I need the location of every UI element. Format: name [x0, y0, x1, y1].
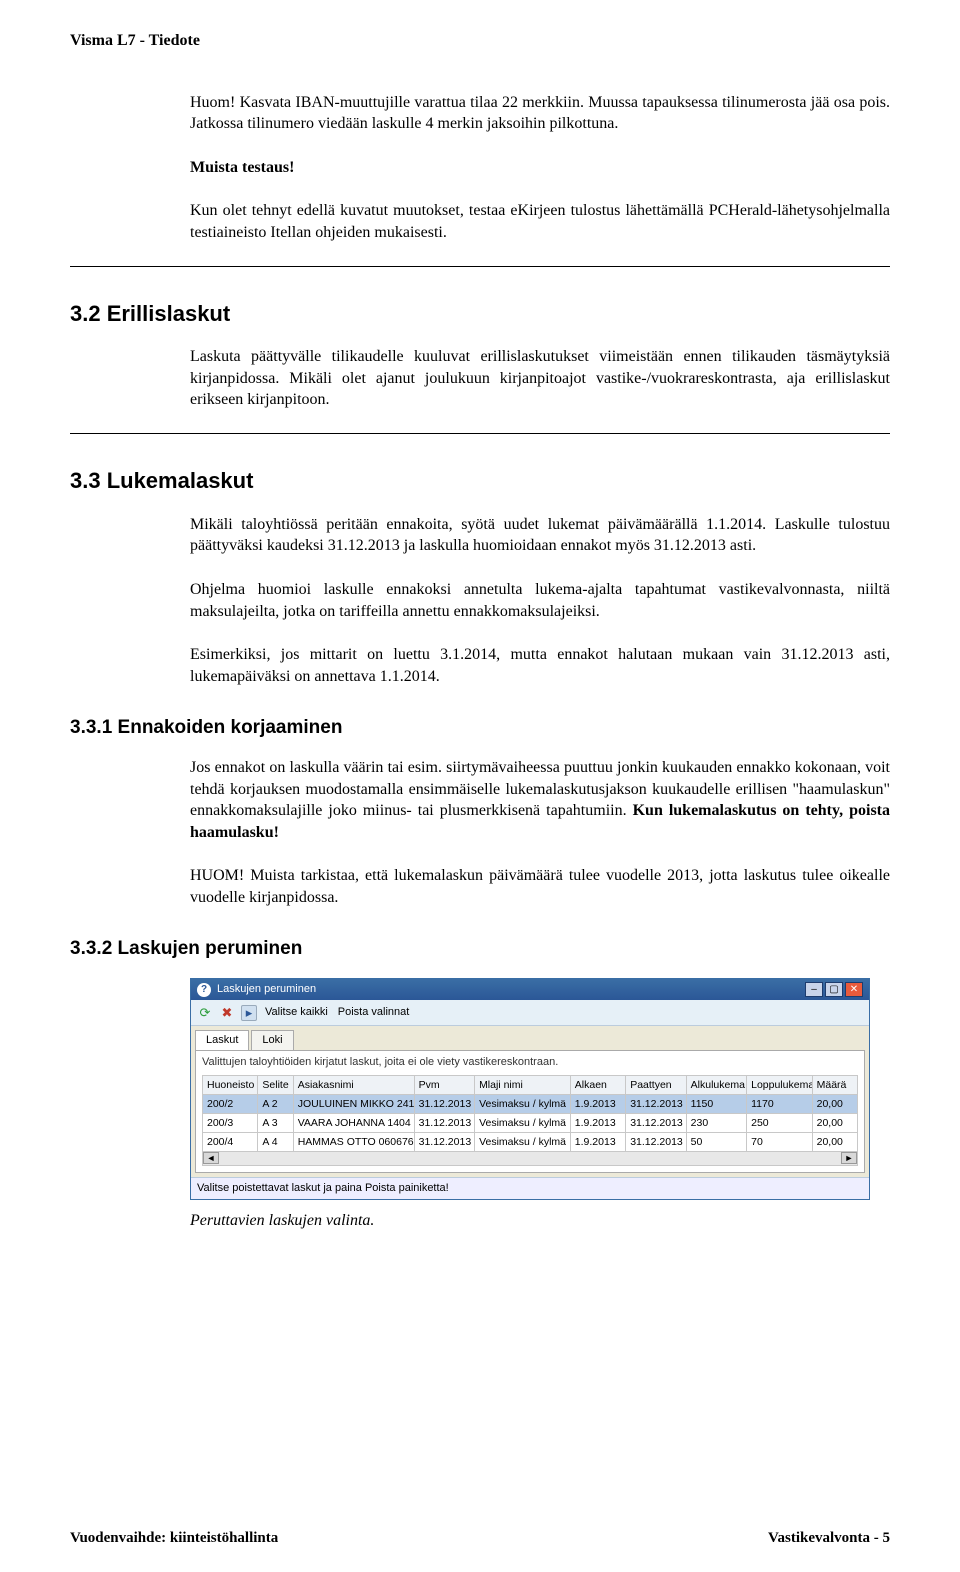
cell: 200/3 [203, 1114, 258, 1133]
cell: 200/4 [203, 1133, 258, 1152]
cell: 200/2 [203, 1094, 258, 1113]
footer-left: Vuodenvaihde: kiinteistöhallinta [70, 1528, 278, 1548]
heading-3-3: 3.3 Lukemalaskut [70, 466, 890, 496]
maximize-button[interactable]: ▢ [825, 982, 843, 997]
cell: 31.12.2013 [414, 1133, 474, 1152]
titlebar: ? Laskujen peruminen – ▢ ✕ [191, 979, 869, 1000]
cell: VAARA JOHANNA 1404 [293, 1114, 414, 1133]
cell: A 2 [258, 1094, 293, 1113]
footer-right: Vastikevalvonta - 5 [768, 1528, 890, 1548]
cell: 250 [747, 1114, 813, 1133]
page-header: Visma L7 - Tiedote [70, 30, 890, 52]
col-huoneisto[interactable]: Huoneisto [203, 1075, 258, 1094]
refresh-icon[interactable]: ⟳ [197, 1005, 213, 1021]
tab-loki[interactable]: Loki [251, 1030, 293, 1050]
divider [70, 433, 890, 434]
cell: A 4 [258, 1133, 293, 1152]
col-paattyen[interactable]: Paattyen [626, 1075, 686, 1094]
col-loppulukema[interactable]: Loppulukema [747, 1075, 813, 1094]
toolbar: ⟳ ✖ ▸ Valitse kaikki Poista valinnat [191, 1000, 869, 1026]
cell: JOULUINEN MIKKO 241 [293, 1094, 414, 1113]
paragraph: Kun olet tehnyt edellä kuvatut muutokset… [190, 200, 890, 243]
cell: Vesimaksu / kylmä [475, 1094, 571, 1113]
select-all-button[interactable]: Valitse kaikki [263, 1004, 330, 1021]
heading-3-3-2: 3.3.2 Laskujen peruminen [70, 936, 890, 962]
window-title: Laskujen peruminen [217, 982, 316, 997]
paragraph: Huom! Kasvata IBAN-muuttujille varattua … [190, 92, 890, 135]
tab-laskut[interactable]: Laskut [195, 1030, 249, 1050]
paragraph: HUOM! Muista tarkistaa, että lukemalasku… [190, 865, 890, 908]
horizontal-scrollbar[interactable]: ◄ ► [202, 1152, 858, 1166]
cell: 31.12.2013 [414, 1114, 474, 1133]
cell: 1.9.2013 [570, 1133, 625, 1152]
scroll-left-icon[interactable]: ◄ [203, 1152, 219, 1164]
cell: HAMMAS OTTO 060676 [293, 1133, 414, 1152]
cell: 1.9.2013 [570, 1094, 625, 1113]
panel-description: Valittujen taloyhtiöiden kirjatut laskut… [202, 1055, 858, 1070]
cell: 20,00 [812, 1133, 857, 1152]
cell: Vesimaksu / kylmä [475, 1133, 571, 1152]
col-maara[interactable]: Määrä [812, 1075, 857, 1094]
page-footer: Vuodenvaihde: kiinteistöhallinta Vastike… [70, 1528, 890, 1548]
cell: 31.12.2013 [414, 1094, 474, 1113]
paragraph: Laskuta päättyvälle tilikaudelle kuuluva… [190, 346, 890, 411]
col-alkulukema[interactable]: Alkulukema [686, 1075, 746, 1094]
cell: 31.12.2013 [626, 1094, 686, 1113]
invoice-table: Huoneisto Selite Asiakasnimi Pvm Mlaji n… [202, 1075, 858, 1153]
table-row[interactable]: 200/3 A 3 VAARA JOHANNA 1404 31.12.2013 … [203, 1114, 858, 1133]
table-row[interactable]: 200/4 A 4 HAMMAS OTTO 060676 31.12.2013 … [203, 1133, 858, 1152]
cell: 50 [686, 1133, 746, 1152]
cell: A 3 [258, 1114, 293, 1133]
col-selite[interactable]: Selite [258, 1075, 293, 1094]
run-icon[interactable]: ▸ [241, 1005, 257, 1021]
table-header-row: Huoneisto Selite Asiakasnimi Pvm Mlaji n… [203, 1075, 858, 1094]
paragraph: Esimerkiksi, jos mittarit on luettu 3.1.… [190, 644, 890, 687]
heading-3-2: 3.2 Erillislaskut [70, 299, 890, 329]
app-window: ? Laskujen peruminen – ▢ ✕ ⟳ ✖ ▸ Valitse… [190, 978, 870, 1200]
paragraph: Jos ennakot on laskulla väärin tai esim.… [190, 757, 890, 843]
cell: 1170 [747, 1094, 813, 1113]
emphasis-testaus: Muista testaus! [190, 157, 890, 179]
divider [70, 266, 890, 267]
col-mlaji[interactable]: Mlaji nimi [475, 1075, 571, 1094]
cell: Vesimaksu / kylmä [475, 1114, 571, 1133]
paragraph: Mikäli taloyhtiössä peritään ennakoita, … [190, 514, 890, 557]
table-row[interactable]: 200/2 A 2 JOULUINEN MIKKO 241 31.12.2013… [203, 1094, 858, 1113]
status-bar: Valitse poistettavat laskut ja paina Poi… [191, 1177, 869, 1199]
delete-icon[interactable]: ✖ [219, 1005, 235, 1021]
cell: 31.12.2013 [626, 1114, 686, 1133]
col-alkaen[interactable]: Alkaen [570, 1075, 625, 1094]
tab-panel: Valittujen taloyhtiöiden kirjatut laskut… [195, 1050, 865, 1174]
cell: 20,00 [812, 1114, 857, 1133]
tabstrip: Laskut Loki [195, 1030, 865, 1050]
scroll-right-icon[interactable]: ► [841, 1152, 857, 1164]
figure-caption: Peruttavien laskujen valinta. [190, 1210, 890, 1232]
heading-3-3-1: 3.3.1 Ennakoiden korjaaminen [70, 715, 890, 741]
minimize-button[interactable]: – [805, 982, 823, 997]
cell: 70 [747, 1133, 813, 1152]
cell: 31.12.2013 [626, 1133, 686, 1152]
col-asiakasnimi[interactable]: Asiakasnimi [293, 1075, 414, 1094]
cell: 1.9.2013 [570, 1114, 625, 1133]
cell: 1150 [686, 1094, 746, 1113]
deselect-all-button[interactable]: Poista valinnat [336, 1004, 412, 1021]
paragraph: Ohjelma huomioi laskulle ennakoksi annet… [190, 579, 890, 622]
close-button[interactable]: ✕ [845, 982, 863, 997]
app-icon: ? [197, 983, 211, 997]
cell: 20,00 [812, 1094, 857, 1113]
cell: 230 [686, 1114, 746, 1133]
col-pvm[interactable]: Pvm [414, 1075, 474, 1094]
